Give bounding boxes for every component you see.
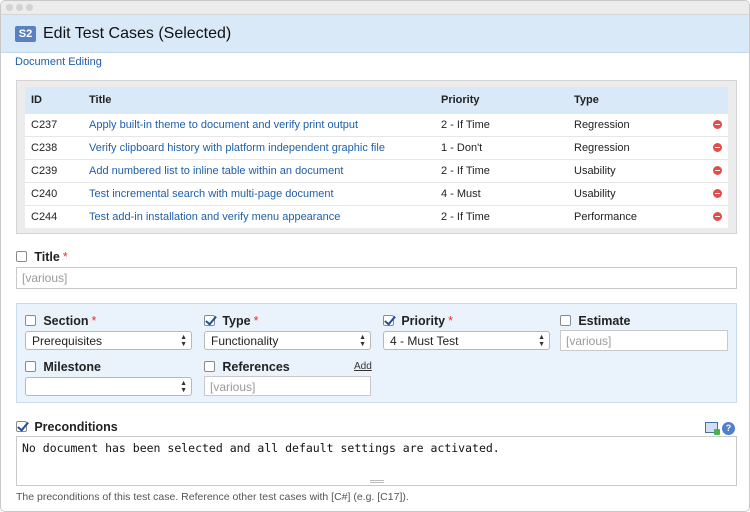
estimate-checkbox[interactable] [560, 315, 571, 327]
case-priority: 2 - If Time [435, 204, 568, 228]
editor-icon[interactable] [705, 422, 720, 435]
case-title-link[interactable]: Test add-in installation and verify menu… [83, 204, 435, 228]
title-checkbox[interactable] [16, 251, 27, 263]
properties-panel: Section * Prerequisites ▲ ▼ Type * Function… [16, 303, 737, 403]
estimate-field-header: Estimate [560, 313, 630, 328]
priority-checkbox[interactable] [383, 315, 394, 327]
priority-label: Priority * [401, 313, 453, 328]
select-arrows-icon: ▲ ▼ [359, 334, 366, 348]
remove-icon[interactable] [713, 143, 722, 153]
references-add-link[interactable]: Add [354, 361, 372, 372]
suite-badge: S2 [15, 25, 36, 42]
remove-icon[interactable] [713, 212, 722, 222]
milestone-field-header: Milestone [25, 359, 101, 374]
case-priority: 2 - If Time [435, 112, 568, 136]
required-marker: * [91, 313, 97, 328]
remove-icon[interactable] [713, 189, 722, 199]
references-label: References [222, 359, 290, 374]
estimate-input[interactable]: [various] [560, 330, 728, 351]
table-header-row: ID Title Priority Type [25, 87, 728, 113]
resize-grip-icon[interactable] [369, 480, 384, 483]
preconditions-toolbar: ? [705, 422, 735, 435]
section-field-header: Section * [25, 313, 96, 328]
select-arrows-icon: ▲ ▼ [180, 380, 187, 394]
window-close-icon[interactable] [6, 4, 13, 11]
selected-cases-panel: ID Title Priority Type C237 Apply built-… [16, 80, 737, 234]
case-id: C244 [25, 204, 83, 228]
case-priority: 4 - Must [435, 181, 568, 205]
milestone-label: Milestone [43, 359, 101, 374]
case-type: Regression [568, 135, 698, 159]
column-header-actions [698, 87, 728, 113]
required-marker: * [448, 313, 453, 328]
required-marker: * [253, 313, 259, 328]
case-title-link[interactable]: Verify clipboard history with platform i… [83, 135, 435, 159]
priority-field-header: Priority * [383, 313, 453, 328]
type-label: Type * [222, 313, 259, 328]
case-type: Regression [568, 112, 698, 136]
case-title-link[interactable]: Apply built-in theme to document and ver… [83, 112, 435, 136]
window-minimize-icon[interactable] [16, 4, 23, 11]
selected-cases-table: ID Title Priority Type C237 Apply built-… [25, 87, 728, 228]
page-header: S2 Edit Test Cases (Selected) [1, 15, 749, 53]
preconditions-label: Preconditions [34, 419, 118, 434]
section-checkbox[interactable] [25, 315, 36, 327]
case-priority: 1 - Don't [435, 135, 568, 159]
title-field-header: Title * [16, 249, 68, 264]
table-row: C239 Add numbered list to inline table w… [25, 158, 728, 182]
references-checkbox[interactable] [204, 361, 215, 373]
case-id: C237 [25, 112, 83, 136]
help-icon[interactable]: ? [722, 422, 735, 435]
type-select[interactable]: Functionality ▲ ▼ [204, 331, 371, 350]
preconditions-textarea[interactable]: No document has been selected and all de… [16, 436, 737, 486]
preconditions-help-text: The preconditions of this test case. Ref… [16, 491, 409, 503]
select-arrows-icon: ▲ ▼ [180, 334, 187, 348]
milestone-checkbox[interactable] [25, 361, 36, 373]
milestone-select[interactable]: ▲ ▼ [25, 377, 192, 396]
case-id: C238 [25, 135, 83, 159]
table-row: C240 Test incremental search with multi-… [25, 181, 728, 205]
type-checkbox[interactable] [204, 315, 215, 327]
title-label: Title * [34, 249, 68, 264]
table-row: C237 Apply built-in theme to document an… [25, 112, 728, 136]
references-input[interactable]: [various] [204, 376, 371, 396]
remove-icon[interactable] [713, 120, 722, 130]
preconditions-field-header: Preconditions [16, 419, 118, 434]
column-header-type: Type [568, 87, 698, 113]
estimate-label: Estimate [578, 313, 631, 328]
case-type: Usability [568, 181, 698, 205]
references-field-header: References [204, 359, 290, 374]
remove-icon[interactable] [713, 166, 722, 176]
app-window: S2 Edit Test Cases (Selected) Document E… [0, 0, 750, 512]
case-title-link[interactable]: Test incremental search with multi-page … [83, 181, 435, 205]
column-header-title: Title [83, 87, 435, 113]
table-row: C238 Verify clipboard history with platf… [25, 135, 728, 159]
required-marker: * [62, 249, 68, 264]
case-type: Performance [568, 204, 698, 228]
section-select[interactable]: Prerequisites ▲ ▼ [25, 331, 192, 350]
column-header-id: ID [25, 87, 83, 113]
case-id: C239 [25, 158, 83, 182]
case-id: C240 [25, 181, 83, 205]
column-header-priority: Priority [435, 87, 568, 113]
case-type: Usability [568, 158, 698, 182]
section-label: Section * [43, 313, 97, 328]
case-priority: 2 - If Time [435, 158, 568, 182]
page-title: Edit Test Cases (Selected) [43, 24, 232, 42]
preconditions-checkbox[interactable] [16, 421, 27, 433]
table-row: C244 Test add-in installation and verify… [25, 204, 728, 228]
breadcrumb-link[interactable]: Document Editing [15, 56, 102, 68]
select-arrows-icon: ▲ ▼ [538, 334, 545, 348]
title-input[interactable]: [various] [16, 267, 737, 289]
priority-select[interactable]: 4 - Must Test ▲ ▼ [383, 331, 550, 350]
type-field-header: Type * [204, 313, 258, 328]
window-titlebar [1, 1, 749, 15]
case-title-link[interactable]: Add numbered list to inline table within… [83, 158, 435, 182]
window-zoom-icon[interactable] [26, 4, 33, 11]
